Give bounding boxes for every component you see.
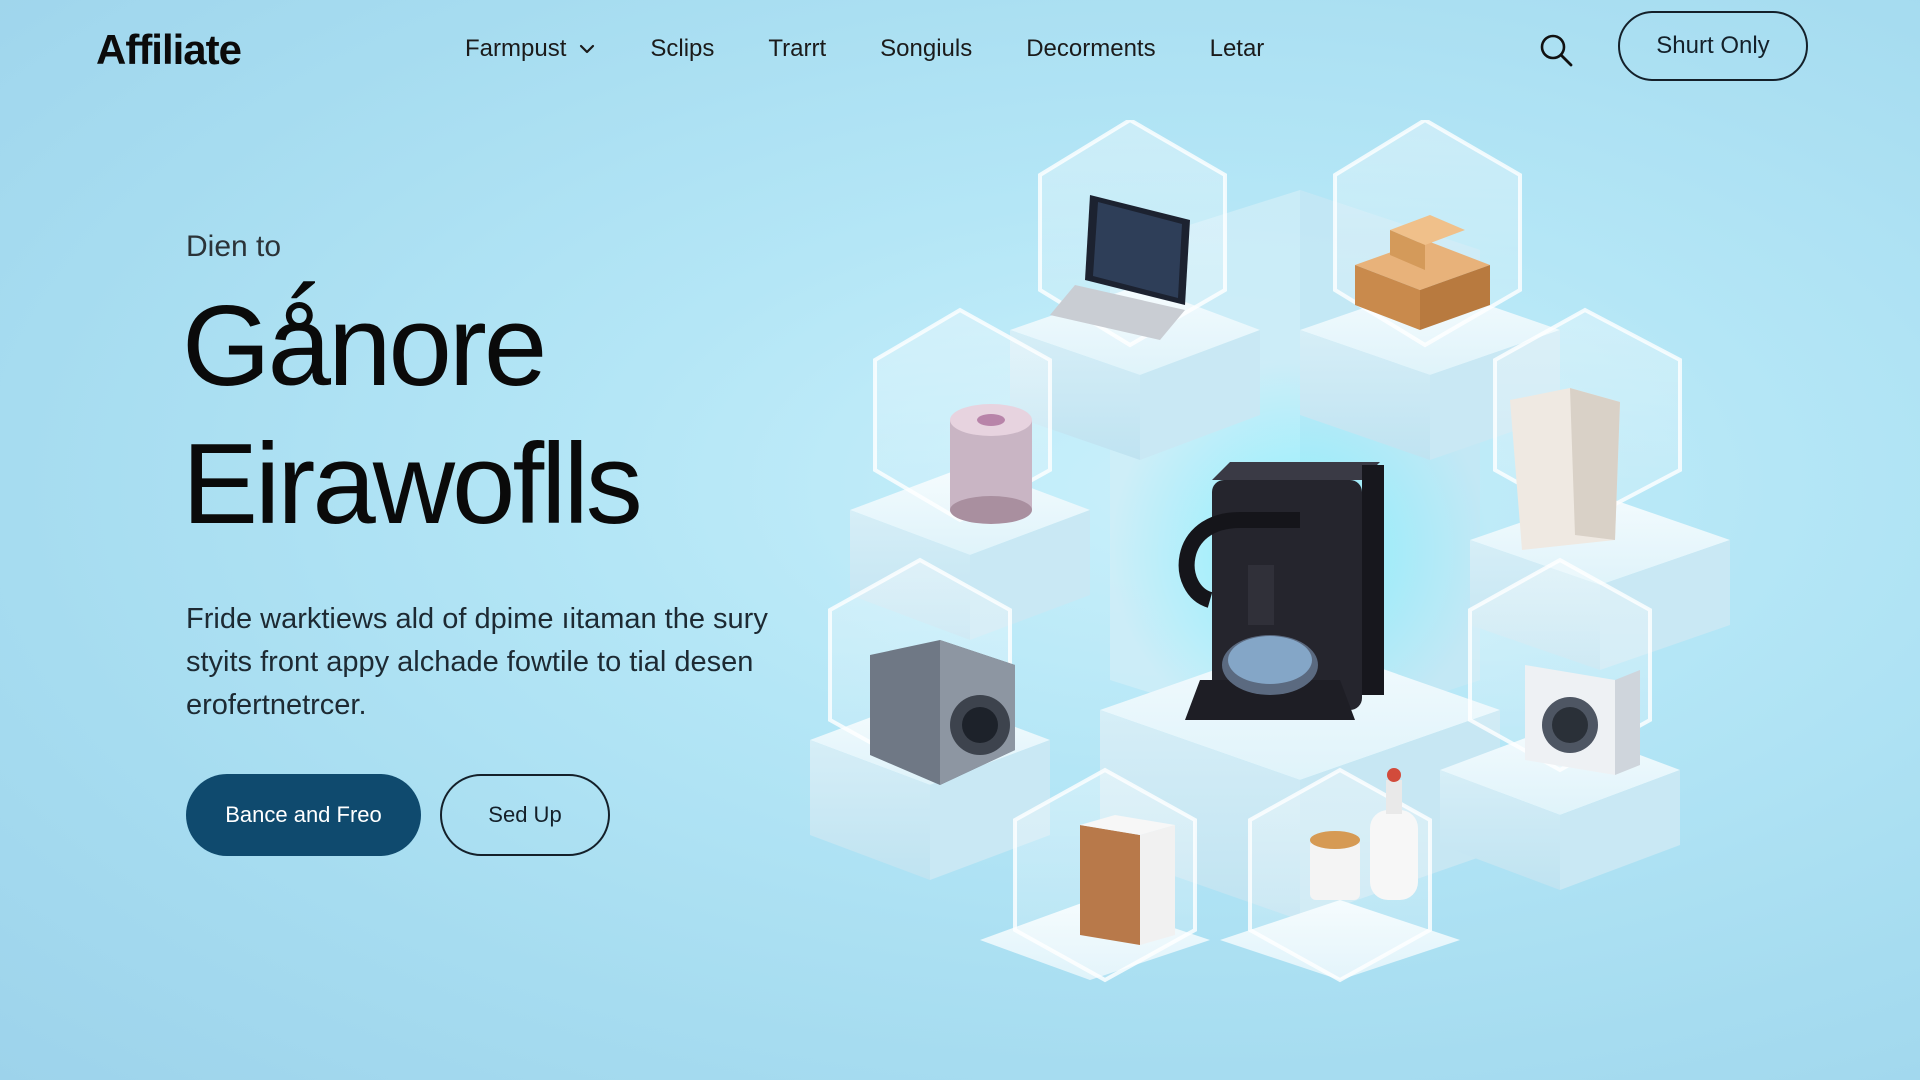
coffee-maker-illustration	[1178, 462, 1384, 720]
primary-cta-button[interactable]: Bance and Freo	[186, 774, 421, 856]
hero-title: Gǻnore Eirawoflls	[182, 278, 643, 554]
washing-machine-display	[1440, 557, 1680, 890]
shurt-only-button[interactable]: Shurt Only	[1618, 11, 1808, 81]
hero-title-line-1: Gǻnore	[182, 283, 547, 410]
nav-links: Farmpust Sclips Trarrt Songiuls Decormen…	[465, 35, 1318, 63]
nav-item-letar[interactable]: Letar	[1210, 35, 1265, 63]
nav-item-decorments[interactable]: Decorments	[1026, 35, 1155, 63]
sed-up-button[interactable]: Sed Up	[440, 774, 610, 856]
top-navigation: Affiliate Farmpust Sclips Trarrt Songiul…	[0, 0, 1920, 100]
hero-title-line-2: Eirawoflls	[182, 421, 643, 548]
nav-item-label: Farmpust	[465, 35, 567, 62]
brand-logo[interactable]: Affiliate	[96, 26, 242, 74]
nav-item-trarrt[interactable]: Trarrt	[768, 35, 826, 63]
nav-item-farmpust[interactable]: Farmpust	[465, 35, 596, 63]
nav-item-sclips[interactable]: Sclips	[650, 35, 714, 63]
hero-description: Fride warktiews ald of dpime ıitaman the…	[186, 603, 768, 721]
nav-item-songiuls[interactable]: Songiuls	[880, 35, 972, 63]
hero-illustration	[810, 120, 1730, 983]
chevron-down-icon	[580, 44, 595, 54]
search-icon[interactable]	[1536, 30, 1576, 70]
hero-eyebrow: Dien to	[186, 230, 282, 263]
